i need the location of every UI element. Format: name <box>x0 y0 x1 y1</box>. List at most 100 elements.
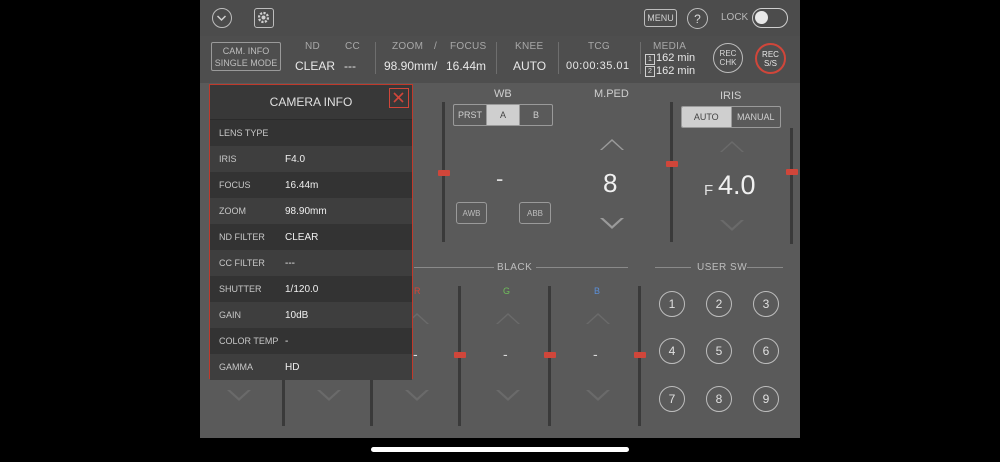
wb-value: - <box>496 166 504 191</box>
user-switch-8[interactable]: 8 <box>706 386 732 412</box>
knee-value: AUTO <box>513 59 547 73</box>
awb-button[interactable]: AWB <box>456 202 487 224</box>
info-key: ZOOM <box>219 206 246 216</box>
cc-label: CC <box>345 41 361 52</box>
black-r-value: - <box>413 346 418 362</box>
info-row-shutter: SHUTTER 1/120.0 <box>210 276 412 302</box>
user-switch-1[interactable]: 1 <box>659 291 685 317</box>
nd-value: CLEAR <box>295 59 336 73</box>
wb-option-prst[interactable]: PRST <box>454 105 486 125</box>
iris-slider-track[interactable] <box>790 128 793 244</box>
zoom-value: 98.90mm <box>384 59 435 73</box>
black-left2-down-button[interactable] <box>317 388 341 401</box>
status-bar: CAM. INFO SINGLE MODE ND CLEAR CC --- ZO… <box>200 36 800 83</box>
zoom-focus-slash-2: / <box>434 59 438 73</box>
user-switch-4[interactable]: 4 <box>659 338 685 364</box>
rec-check-button[interactable]: REC CHK <box>713 43 743 73</box>
black-b-value: - <box>593 346 598 362</box>
media1-value: 162 min <box>656 52 696 64</box>
slider-track[interactable] <box>370 378 373 426</box>
iris-mode-selector[interactable]: AUTO MANUAL <box>681 106 781 128</box>
rec-ss-line1: REC <box>762 50 779 59</box>
black-b-up-button[interactable] <box>586 313 610 324</box>
iris-option-manual[interactable]: MANUAL <box>730 107 781 127</box>
mode-button[interactable]: CAM. INFO SINGLE MODE <box>211 42 281 71</box>
black-divider-right <box>536 267 628 268</box>
usersw-divider-left <box>655 267 691 268</box>
black-channel-label: G <box>503 286 511 296</box>
black-b-slider-knob[interactable] <box>634 352 646 358</box>
settings-button[interactable] <box>254 8 274 28</box>
mped-up-button[interactable] <box>600 139 624 150</box>
mped-slider-track[interactable] <box>670 102 673 242</box>
mode-line2: SINGLE MODE <box>214 58 278 68</box>
slider-knob[interactable] <box>438 170 450 176</box>
menu-button[interactable]: MENU <box>644 9 677 27</box>
collapse-button[interactable] <box>212 8 232 28</box>
mped-down-button[interactable] <box>600 216 624 229</box>
user-switch-7[interactable]: 7 <box>659 386 685 412</box>
info-row-gain: GAIN 10dB <box>210 302 412 328</box>
knee-label: KNEE <box>515 41 544 52</box>
tcg-label: TCG <box>588 41 611 52</box>
black-r-slider-knob[interactable] <box>454 352 466 358</box>
black-r-down-button[interactable] <box>405 388 429 401</box>
info-key: FOCUS <box>219 180 251 190</box>
info-key: LENS TYPE <box>219 128 269 138</box>
black-g-up-button[interactable] <box>496 313 520 324</box>
info-key: GAIN <box>219 310 242 320</box>
user-switch-9[interactable]: 9 <box>753 386 779 412</box>
info-row-color-temp: COLOR TEMP - <box>210 328 412 354</box>
iris-up-button[interactable] <box>720 141 744 152</box>
usersw-title: USER SW <box>697 262 748 273</box>
iris-value: 4.0 <box>718 170 756 200</box>
info-key: CC FILTER <box>219 258 265 268</box>
top-bar: MENU ? LOCK <box>200 0 800 36</box>
info-value: 16.44m <box>285 179 319 191</box>
wb-mode-selector[interactable]: PRST A B <box>453 104 553 126</box>
info-value: 1/120.0 <box>285 283 319 295</box>
info-row-lens-type: LENS TYPE <box>210 120 412 146</box>
black-g-slider-knob[interactable] <box>544 352 556 358</box>
lock-label: LOCK <box>721 12 749 23</box>
info-row-focus: FOCUS 16.44m <box>210 172 412 198</box>
close-button[interactable] <box>389 88 409 108</box>
info-value: CLEAR <box>285 231 319 243</box>
media2-value: 162 min <box>656 65 696 77</box>
iris-f-prefix: F <box>704 182 714 199</box>
info-key: IRIS <box>219 154 237 164</box>
user-switch-3[interactable]: 3 <box>753 291 779 317</box>
rec-start-stop-button[interactable]: REC S/S <box>755 43 786 74</box>
info-key: SHUTTER <box>219 284 262 294</box>
black-left-down-button[interactable] <box>227 388 251 401</box>
user-switch-6[interactable]: 6 <box>753 338 779 364</box>
user-switch-5[interactable]: 5 <box>706 338 732 364</box>
usersw-divider-right <box>747 267 783 268</box>
wb-option-b[interactable]: B <box>519 105 552 125</box>
abb-button[interactable]: ABB <box>519 202 551 224</box>
black-g-down-button[interactable] <box>496 388 520 401</box>
home-indicator[interactable] <box>371 447 629 452</box>
mped-value: 8 <box>603 168 618 198</box>
info-value: HD <box>285 361 300 373</box>
lock-toggle[interactable] <box>752 8 788 28</box>
iris-option-auto[interactable]: AUTO <box>682 107 731 127</box>
info-row-gamma: GAMMA HD <box>210 354 412 380</box>
info-value: 98.90mm <box>285 205 327 217</box>
mped-slider-knob[interactable] <box>666 161 678 167</box>
slider-track[interactable] <box>282 378 285 426</box>
help-button[interactable]: ? <box>687 8 708 29</box>
info-key: COLOR TEMP <box>219 336 279 346</box>
divider <box>375 42 376 74</box>
chevron-down-icon <box>216 15 227 22</box>
iris-slider-knob[interactable] <box>786 169 798 175</box>
iris-down-button[interactable] <box>720 218 744 231</box>
mode-line1: CAM. INFO <box>222 46 270 56</box>
tcg-value: 00:00:35.01 <box>566 60 630 72</box>
user-switch-2[interactable]: 2 <box>706 291 732 317</box>
wb-option-a[interactable]: A <box>486 105 519 125</box>
gear-icon <box>257 11 270 24</box>
focus-value: 16.44m <box>446 59 487 73</box>
black-b-down-button[interactable] <box>586 388 610 401</box>
focus-label: FOCUS <box>450 41 487 52</box>
